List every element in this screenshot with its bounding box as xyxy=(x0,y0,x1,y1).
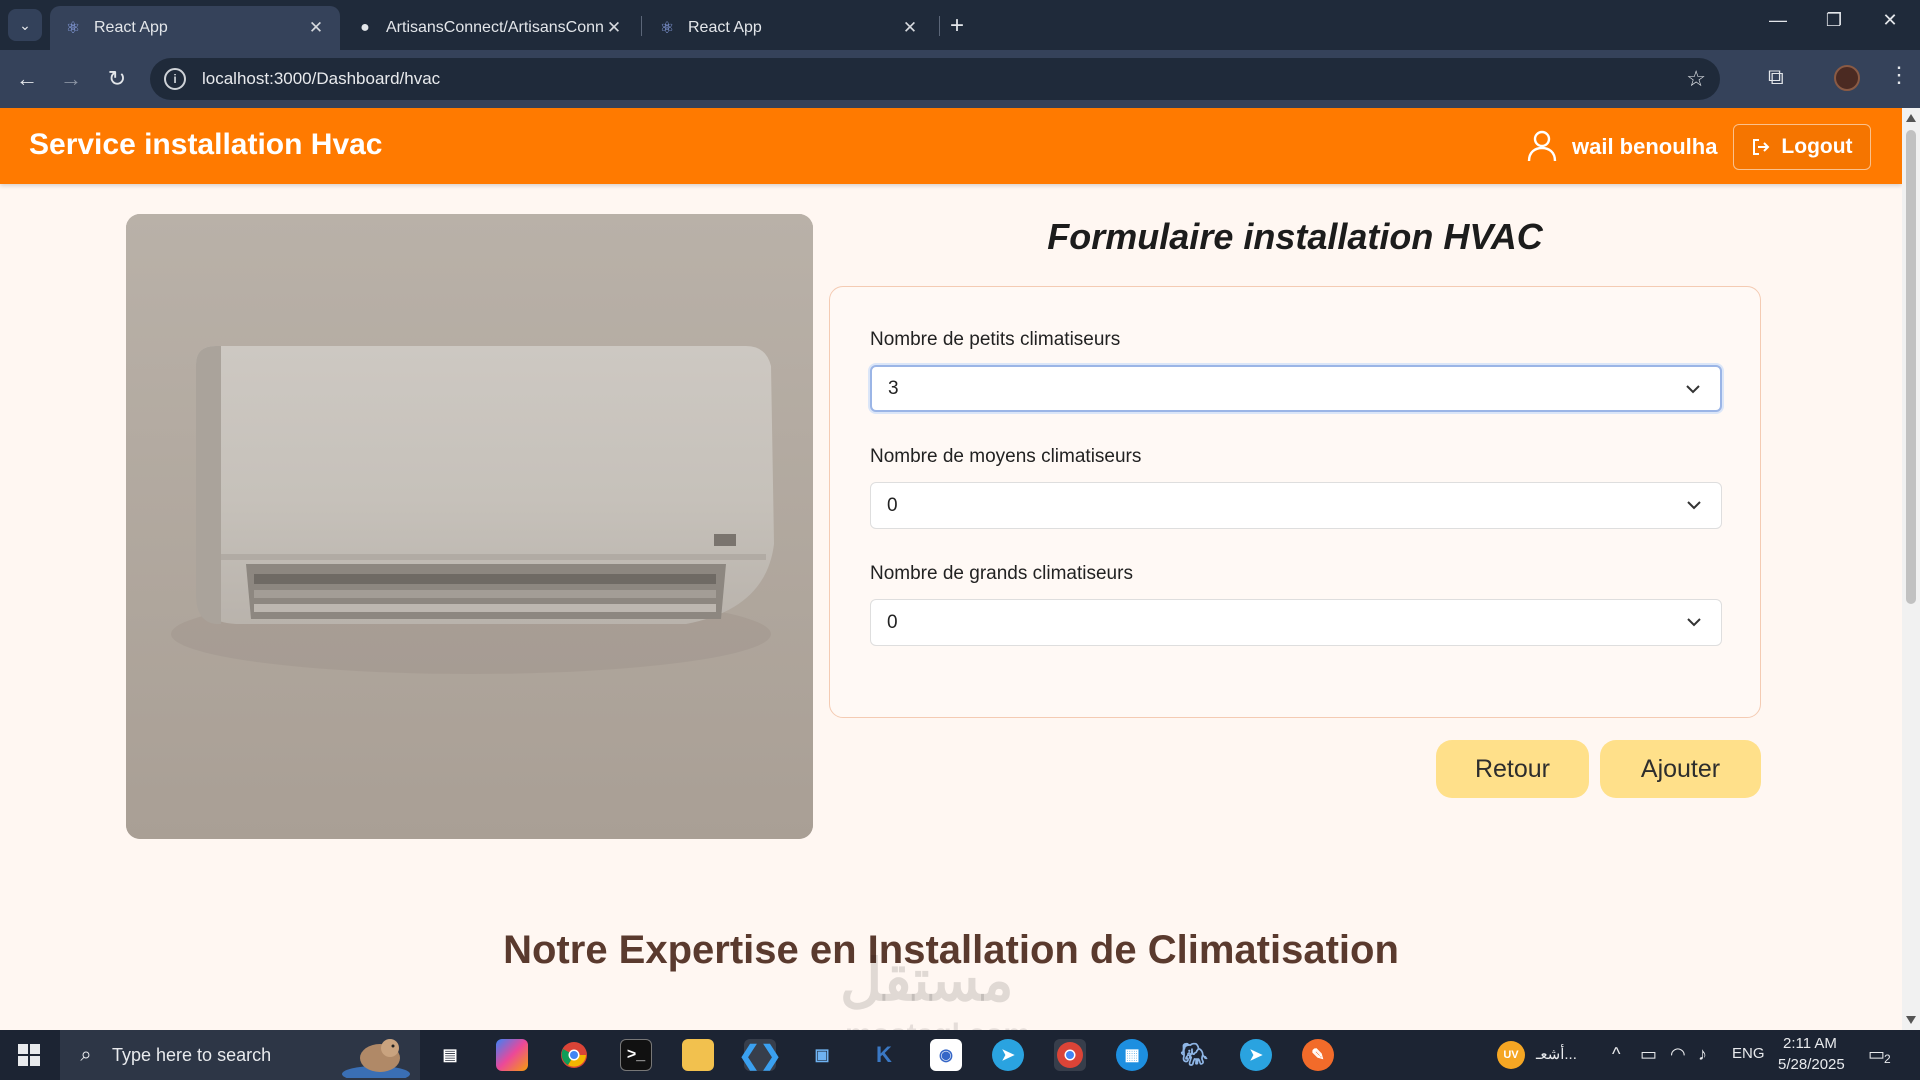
medium-units-label: Nombre de moyens climatiseurs xyxy=(870,446,1142,467)
medium-units-select[interactable]: 0 xyxy=(870,482,1722,529)
telegram-icon[interactable]: ➤ xyxy=(992,1039,1024,1071)
watermark-logo: مستقل xyxy=(840,948,1014,1013)
chrome-profile-icon[interactable] xyxy=(1054,1039,1086,1071)
restore-icon[interactable]: ❐ xyxy=(1814,10,1854,31)
medium-units-value: 0 xyxy=(887,494,898,516)
scrollbar-thumb[interactable] xyxy=(1906,130,1916,604)
logout-label: Logout xyxy=(1781,135,1853,158)
back-arrow-icon[interactable]: ← xyxy=(12,64,42,94)
bookmark-star-icon[interactable]: ☆ xyxy=(1686,66,1706,92)
app-header: Service installation Hvac wail benoulha … xyxy=(0,108,1902,184)
large-units-value: 0 xyxy=(887,611,898,633)
small-units-select[interactable]: 3 xyxy=(870,365,1722,412)
search-icon: ⌕ xyxy=(80,1043,92,1066)
taskbar-search-placeholder: Type here to search xyxy=(112,1044,272,1065)
clock-time[interactable]: 2:11 AM xyxy=(1783,1035,1837,1052)
window-close-icon[interactable]: ✕ xyxy=(1870,10,1910,31)
add-button[interactable]: Ajouter xyxy=(1600,740,1761,798)
tab-github[interactable]: ● ArtisansConnect/ArtisansConne ✕ xyxy=(342,6,638,50)
github-icon: ● xyxy=(360,19,370,36)
task-view-icon[interactable]: ▤ xyxy=(434,1039,466,1071)
forward-arrow-icon[interactable]: → xyxy=(56,64,86,94)
form-title: Formulaire installation HVAC xyxy=(1047,216,1543,257)
postgres-icon[interactable]: 🐘︎ xyxy=(1178,1039,1210,1071)
file-explorer-icon[interactable] xyxy=(682,1039,714,1071)
battery-icon[interactable]: ▭ xyxy=(1640,1044,1657,1065)
user-icon xyxy=(1527,130,1557,162)
telegram-icon-2[interactable]: ➤ xyxy=(1240,1039,1272,1071)
tab-separator xyxy=(641,16,642,36)
taskbar-search-box[interactable]: ⌕ Type here to search xyxy=(60,1030,420,1080)
chevron-down-icon: ⌄ xyxy=(19,16,31,33)
react-icon: ⚛ xyxy=(659,20,675,37)
chrome-icon[interactable] xyxy=(558,1039,590,1071)
back-button[interactable]: Retour xyxy=(1436,740,1589,798)
extensions-puzzle-icon[interactable]: ⧉ xyxy=(1768,64,1784,90)
notification-icon[interactable]: ▭ xyxy=(1868,1044,1885,1065)
tab-title: React App xyxy=(688,19,762,36)
small-units-value: 3 xyxy=(888,377,899,399)
scroll-up-arrow-icon[interactable] xyxy=(1906,114,1916,122)
chevron-down-icon xyxy=(1687,618,1701,627)
docker-icon[interactable]: ▦ xyxy=(1116,1039,1148,1071)
address-bar[interactable]: i localhost:3000/Dashboard/hvac ☆ xyxy=(150,58,1720,100)
tab-title: React App xyxy=(94,19,168,36)
k-app-icon[interactable]: K xyxy=(868,1039,900,1071)
notification-count: 2 xyxy=(1884,1052,1891,1066)
tab-search-button[interactable]: ⌄ xyxy=(8,9,42,41)
wifi-icon[interactable]: ◠ xyxy=(1670,1044,1686,1065)
tab-title: ArtisansConnect/ArtisansConne xyxy=(386,19,604,36)
close-tab-icon[interactable]: ✕ xyxy=(604,18,624,38)
copilot-icon[interactable] xyxy=(496,1039,528,1071)
tab-react-app-2[interactable]: ⚛ React App ✕ xyxy=(644,6,934,50)
site-info-icon[interactable]: i xyxy=(164,68,186,90)
weather-text[interactable]: أشعـ... xyxy=(1536,1045,1577,1063)
browser-toolbar: ← → ↻ i localhost:3000/Dashboard/hvac ☆ xyxy=(0,50,1920,108)
minimize-icon[interactable]: — xyxy=(1758,10,1798,31)
search-highlight-otter-icon xyxy=(342,1039,410,1078)
scroll-down-arrow-icon[interactable] xyxy=(1906,1016,1916,1024)
postman-icon[interactable]: ✎ xyxy=(1302,1039,1334,1071)
small-units-label: Nombre de petits climatiseurs xyxy=(870,329,1121,350)
react-icon: ⚛ xyxy=(65,20,81,37)
language-indicator[interactable]: ENG xyxy=(1732,1045,1765,1062)
weather-uv-badge[interactable]: UV xyxy=(1497,1041,1525,1069)
show-hidden-icons-chevron-up-icon[interactable]: ^ xyxy=(1612,1044,1620,1065)
browser-tab-strip: ⌄ ⚛ React App ✕ ● ArtisansConnect/Artisa… xyxy=(0,0,1920,50)
large-units-select[interactable]: 0 xyxy=(870,599,1722,646)
windows-start-icon[interactable] xyxy=(18,1044,40,1066)
logout-button[interactable]: Logout xyxy=(1733,124,1871,170)
watermark-logo-text: mostaql.com xyxy=(845,1018,1030,1030)
chevron-down-icon xyxy=(1686,385,1700,394)
large-units-label: Nombre de grands climatiseurs xyxy=(870,563,1133,584)
air-conditioner-image xyxy=(126,214,813,839)
close-tab-icon[interactable]: ✕ xyxy=(306,18,326,38)
messaging-app-icon[interactable]: ◉ xyxy=(930,1039,962,1071)
windows-taskbar: ⌕ Type here to search ▤ >_ ❮❯ ▣ K ◉ ➤ ▦ … xyxy=(0,1030,1920,1080)
tab-react-app-1[interactable]: ⚛ React App ✕ xyxy=(50,6,340,50)
page-scrollbar[interactable] xyxy=(1902,108,1920,1030)
address-url[interactable]: localhost:3000/Dashboard/hvac xyxy=(202,69,440,89)
username-label: wail benoulha xyxy=(1572,134,1718,159)
app-brand-title: Service installation Hvac xyxy=(29,128,383,161)
vscode-icon[interactable]: ❮❯ xyxy=(738,1039,782,1071)
volume-icon[interactable]: ♪ xyxy=(1698,1044,1707,1065)
new-tab-icon[interactable]: + xyxy=(950,12,964,40)
terminal-icon[interactable]: >_ xyxy=(620,1039,652,1071)
remote-desktop-icon[interactable]: ▣ xyxy=(806,1039,838,1071)
profile-avatar[interactable] xyxy=(1834,65,1860,91)
reload-icon[interactable]: ↻ xyxy=(102,64,132,94)
page-viewport: Service installation Hvac wail benoulha … xyxy=(0,108,1902,1030)
clock-date[interactable]: 5/28/2025 xyxy=(1778,1056,1845,1073)
chevron-down-icon xyxy=(1687,501,1701,510)
tab-separator xyxy=(939,16,940,36)
installation-form-card: Nombre de petits climatiseurs 3 Nombre d… xyxy=(829,286,1761,718)
close-tab-icon[interactable]: ✕ xyxy=(900,18,920,38)
menu-kebab-icon[interactable]: ⋮ xyxy=(1888,62,1910,88)
logout-icon xyxy=(1753,139,1770,155)
